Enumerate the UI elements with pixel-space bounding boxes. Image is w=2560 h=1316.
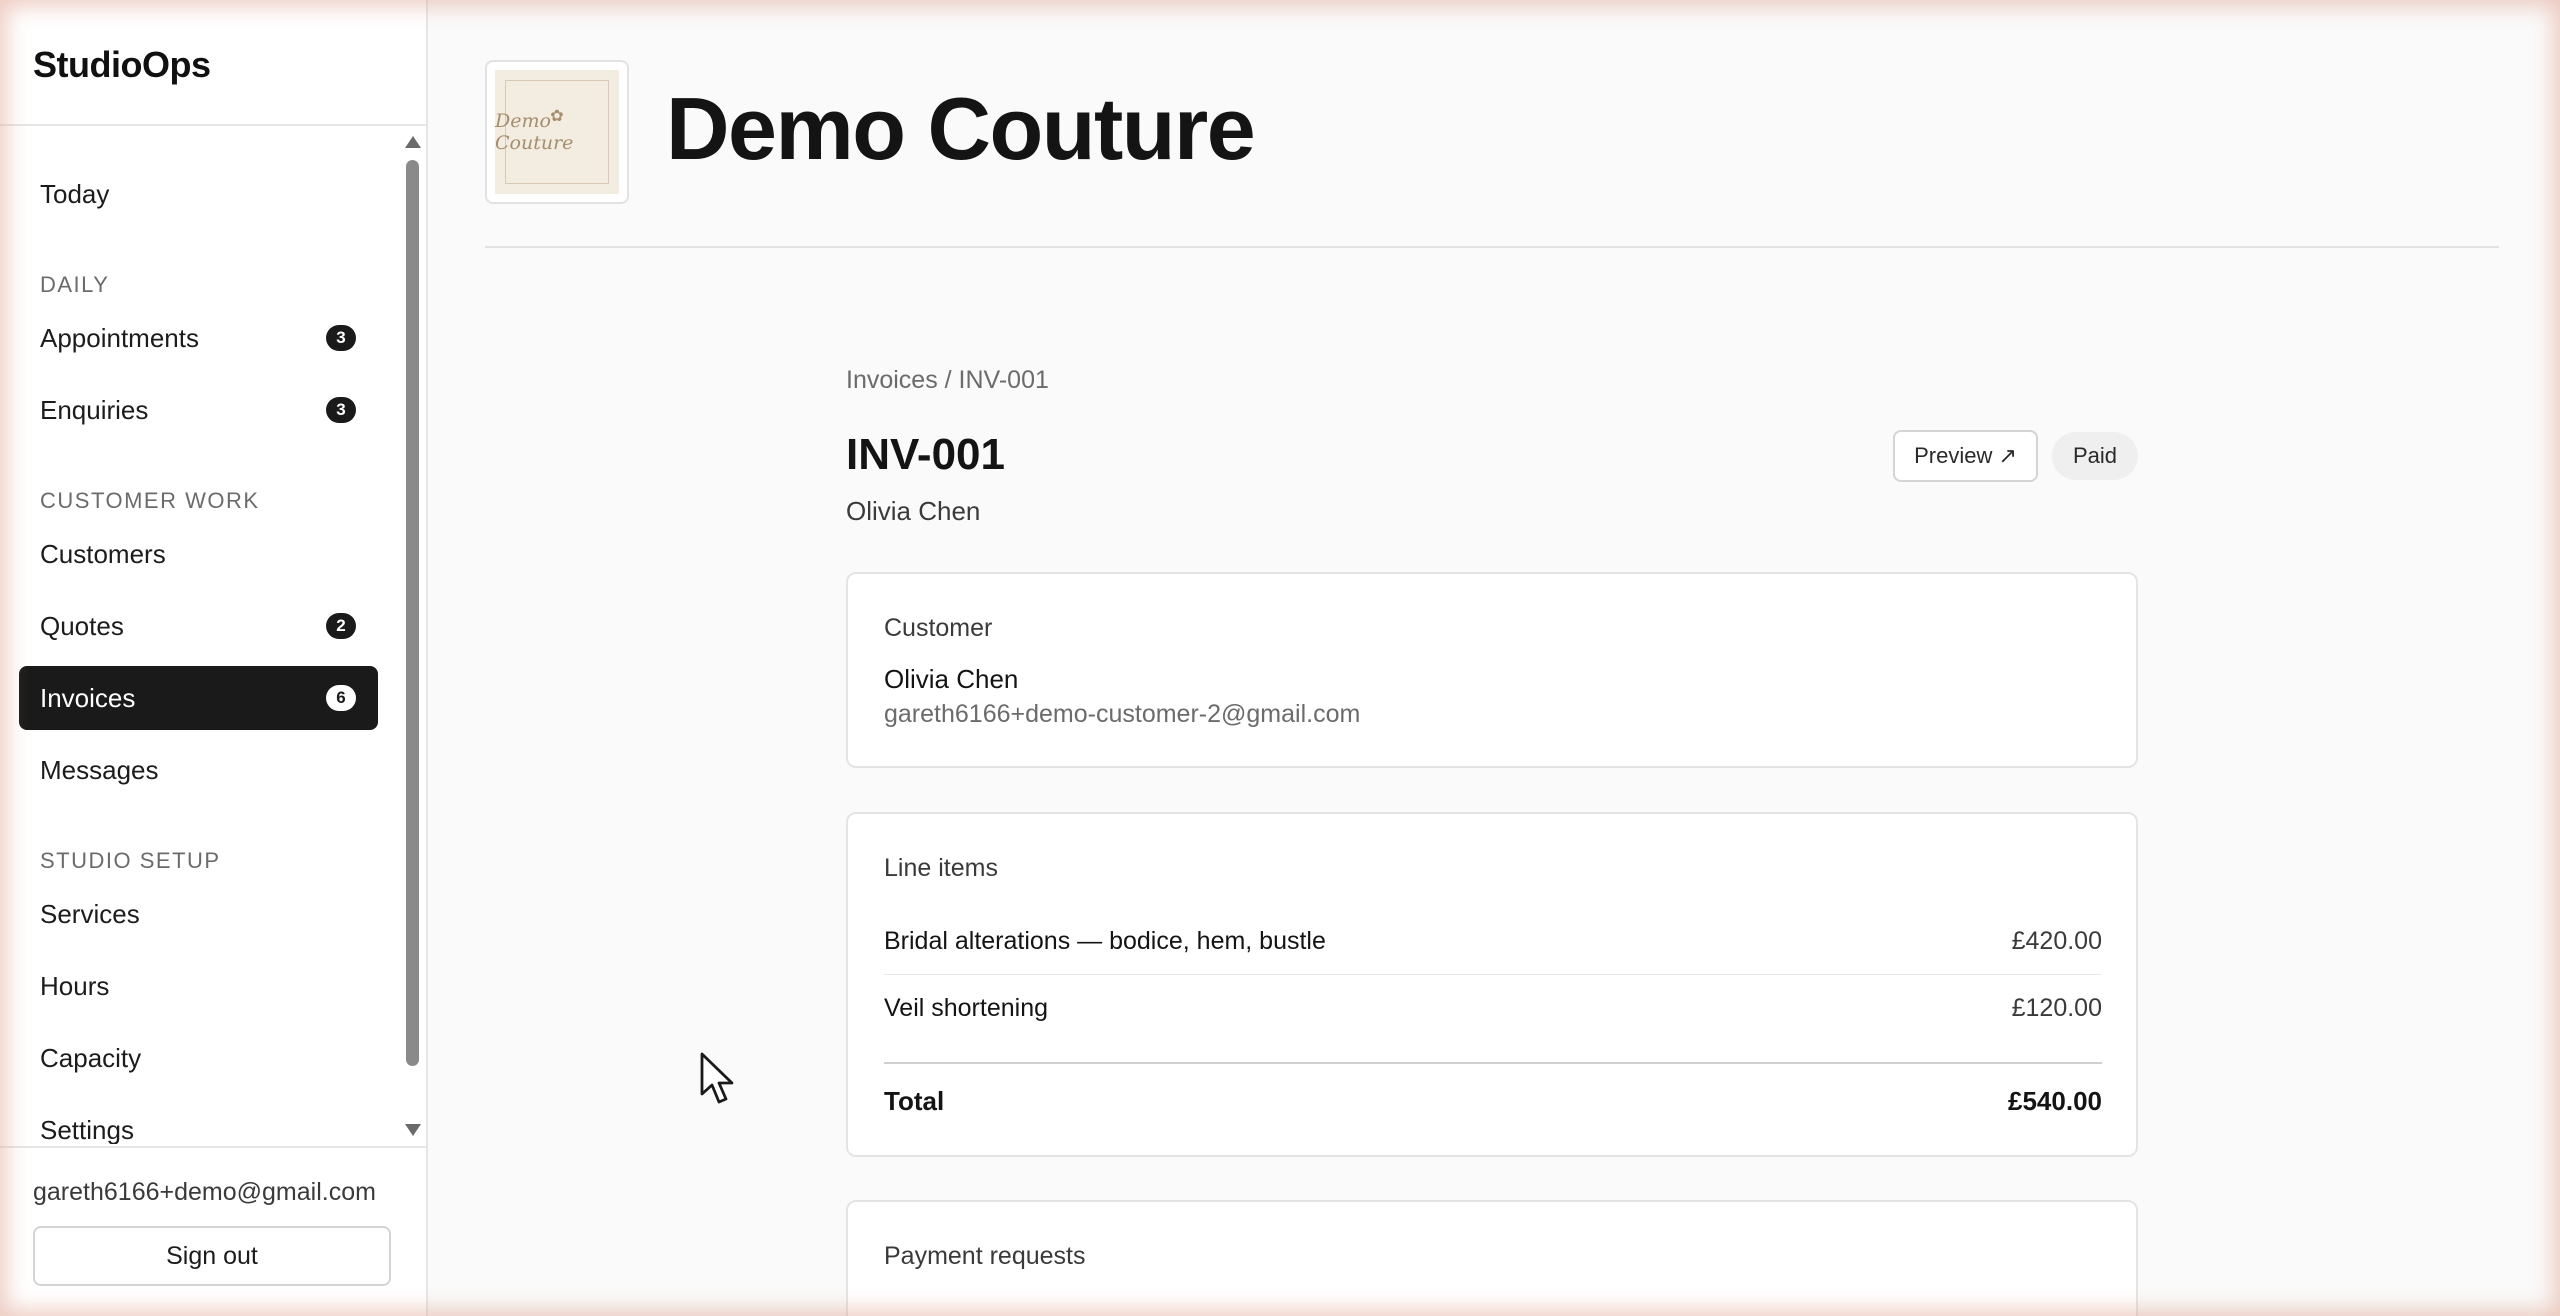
customer-email: gareth6166+demo-customer-2@gmail.com: [884, 700, 1361, 728]
total-row: Total £540.00: [884, 1068, 2102, 1134]
sidebar-item-appointments[interactable]: Appointments 3: [19, 306, 378, 370]
sidebar-scrollbar[interactable]: [402, 130, 422, 1142]
sidebar-item-enquiries[interactable]: Enquiries 3: [19, 378, 378, 442]
scroll-down-arrow-icon[interactable]: [405, 1124, 421, 1136]
card-title: Customer: [884, 614, 993, 642]
sidebar: StudioOps Today DAILY Appointments 3 Enq…: [0, 0, 428, 1316]
invoice-customer-name: Olivia Chen: [846, 496, 981, 526]
mouse-cursor-icon: [700, 1052, 734, 1104]
count-badge: 6: [326, 685, 356, 711]
section-heading-daily: DAILY: [40, 272, 110, 297]
sidebar-item-label: Enquiries: [40, 394, 149, 425]
sidebar-item-label: Customers: [40, 538, 166, 569]
sidebar-item-label: Settings: [40, 1114, 134, 1145]
card-title: Line items: [884, 854, 998, 882]
count-badge: 3: [326, 325, 356, 351]
sign-out-button[interactable]: Sign out: [33, 1226, 391, 1286]
section-heading-studio-setup: STUDIO SETUP: [40, 848, 221, 873]
logo-text: Demo Couture: [495, 110, 574, 154]
scrollbar-thumb[interactable]: [406, 160, 419, 1066]
sidebar-item-label: Messages: [40, 754, 159, 785]
sidebar-item-label: Today: [40, 178, 110, 209]
sidebar-item-messages[interactable]: Messages: [19, 738, 378, 802]
total-divider: [884, 1062, 2102, 1064]
brand-divider: [0, 124, 426, 126]
sidebar-item-label: Hours: [40, 970, 110, 1001]
line-item-amount: £120.00: [2011, 993, 2102, 1022]
line-item-amount: £420.00: [2011, 926, 2102, 955]
user-email: gareth6166+demo@gmail.com: [33, 1178, 376, 1206]
payment-requests-card: Payment requests: [846, 1200, 2138, 1316]
sidebar-item-label: Quotes: [40, 610, 124, 641]
studio-logo: ✿ Demo Couture: [485, 60, 629, 204]
sidebar-item-capacity[interactable]: Capacity: [19, 1026, 378, 1090]
count-badge: 3: [326, 397, 356, 423]
breadcrumb[interactable]: Invoices / INV-001: [846, 366, 1049, 395]
sidebar-item-services[interactable]: Services: [19, 882, 378, 946]
count-badge: 2: [326, 613, 356, 639]
line-items-card: Line items Bridal alterations — bodice, …: [846, 812, 2138, 1157]
sidebar-footer-divider: [0, 1146, 426, 1148]
sidebar-item-hours[interactable]: Hours: [19, 954, 378, 1018]
app-brand[interactable]: StudioOps: [33, 44, 211, 86]
preview-button[interactable]: Preview ↗: [1893, 430, 2038, 482]
sidebar-item-today[interactable]: Today: [19, 162, 378, 226]
sidebar-item-customers[interactable]: Customers: [19, 522, 378, 586]
sidebar-item-settings[interactable]: Settings: [19, 1098, 378, 1145]
card-title: Payment requests: [884, 1242, 1086, 1270]
sidebar-item-invoices[interactable]: Invoices 6: [19, 666, 378, 730]
studio-name: Demo Couture: [666, 79, 1256, 178]
sidebar-item-label: Capacity: [40, 1042, 142, 1073]
sidebar-item-label: Invoices: [40, 682, 136, 713]
invoice-number: INV-001: [846, 430, 1005, 479]
customer-name: Olivia Chen: [884, 664, 1019, 694]
sidebar-item-label: Services: [40, 898, 140, 929]
total-amount: £540.00: [2008, 1085, 2102, 1116]
customer-card: Customer Olivia Chen gareth6166+demo-cus…: [846, 572, 2138, 768]
line-item-row: Bridal alterations — bodice, hem, bustle…: [884, 908, 2102, 974]
sidebar-item-quotes[interactable]: Quotes 2: [19, 594, 378, 658]
status-badge: Paid: [2052, 432, 2138, 480]
line-item-row: Veil shortening £120.00: [884, 975, 2102, 1041]
header-divider: [485, 246, 2499, 248]
total-label: Total: [884, 1085, 945, 1116]
sidebar-item-label: Appointments: [40, 322, 199, 353]
logo-image: ✿ Demo Couture: [495, 70, 619, 194]
scroll-up-arrow-icon[interactable]: [405, 136, 421, 148]
sidebar-nav: Today DAILY Appointments 3 Enquiries 3 C…: [0, 128, 426, 1144]
line-item-description: Bridal alterations — bodice, hem, bustle: [884, 926, 1326, 955]
section-heading-customer-work: CUSTOMER WORK: [40, 488, 260, 513]
line-item-description: Veil shortening: [884, 993, 1049, 1022]
